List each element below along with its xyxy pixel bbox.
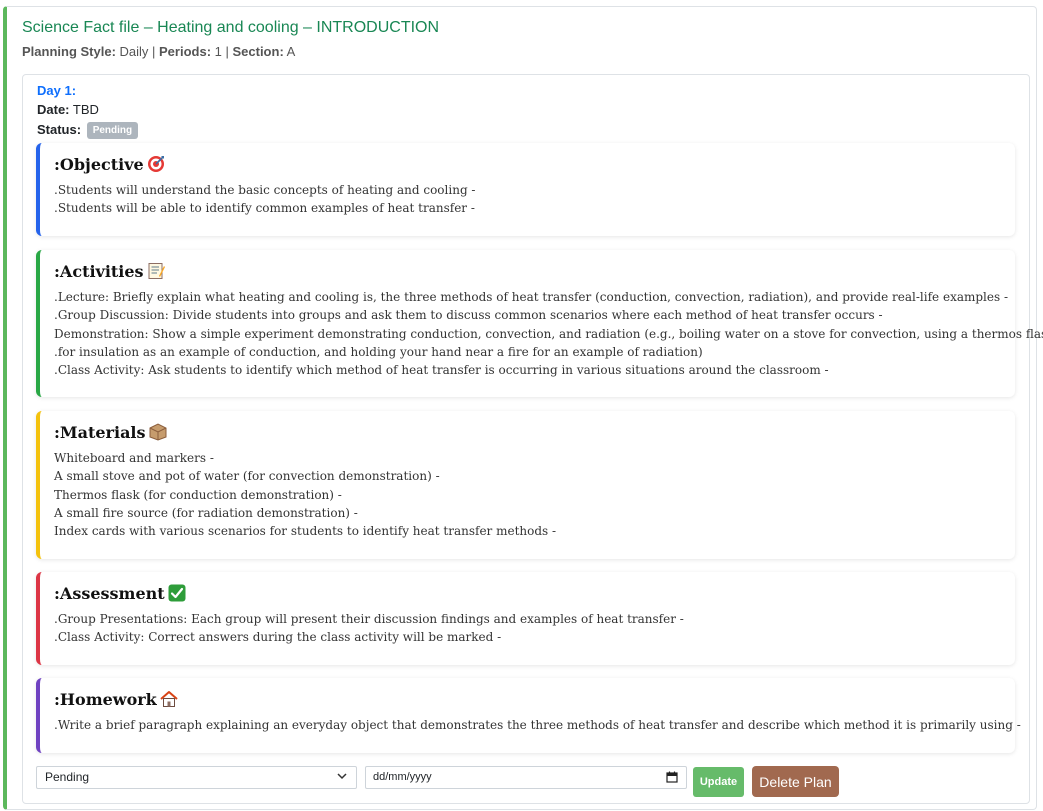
day-status: Status: Pending (37, 122, 139, 139)
delete-plan-button[interactable]: Delete Plan (752, 766, 839, 797)
assessment-line: .Group Presentations: Each group will pr… (54, 612, 684, 626)
check-mark-icon (168, 584, 186, 602)
activities-line: .for insulation as an example of conduct… (54, 344, 703, 359)
objective-section: :Objective .Students will understand the… (36, 143, 1015, 236)
objective-title: :Objective (54, 154, 144, 174)
homework-section: :Homework .Write a brief paragraph expla… (36, 678, 1021, 753)
house-icon (160, 690, 178, 708)
materials-line: A small stove and pot of water (for conv… (54, 469, 440, 484)
plan-title: Science Fact file – Heating and cooling … (22, 19, 440, 36)
homework-heading: :Homework (54, 686, 1001, 712)
materials-line: Thermos flask (for conduction demonstrat… (54, 487, 342, 502)
status-select[interactable]: Pending (36, 766, 357, 789)
homework-line: .Write a brief paragraph explaining an e… (54, 718, 1021, 732)
status-select-value: Pending (45, 770, 90, 784)
assessment-line: .Class Activity: Correct answers during … (54, 630, 502, 645)
materials-title: :Materials (54, 422, 146, 442)
calendar-icon[interactable] (666, 771, 678, 786)
objective-line: .Students will understand the basic conc… (54, 183, 476, 197)
objective-heading: :Objective (54, 151, 1001, 177)
assessment-section: :Assessment .Group Presentations: Each g… (36, 572, 1015, 665)
materials-section: :Materials Whiteboard and markers - A sm… (36, 411, 1015, 559)
update-button[interactable]: Update (693, 767, 744, 797)
date-label: Date: (37, 102, 70, 117)
activities-line: Demonstration: Show a simple experiment … (54, 326, 1043, 341)
activities-title: :Activities (54, 261, 144, 281)
day-label: Day 1: (37, 83, 77, 98)
lesson-plan-card: Science Fact file – Heating and cooling … (3, 6, 1043, 810)
package-icon (149, 423, 167, 441)
periods-value: 1 | (211, 44, 233, 59)
plan-meta: Planning Style: Daily | Periods: 1 | Sec… (22, 44, 295, 59)
activities-line: .Class Activity: Ask students to identif… (54, 363, 829, 378)
assessment-heading: :Assessment (54, 580, 1001, 606)
materials-heading: :Materials (54, 419, 1001, 445)
periods-label: Periods: (159, 44, 212, 59)
materials-line: A small fire source (for radiation demon… (54, 505, 358, 520)
homework-title: :Homework (54, 689, 157, 709)
status-badge: Pending (86, 122, 139, 139)
section-value: A (283, 44, 296, 59)
materials-line: Index cards with various scenarios for s… (54, 524, 557, 539)
activities-line: .Group Discussion: Divide students into … (54, 308, 883, 323)
date-placeholder: dd/mm/yyyy (373, 771, 432, 783)
activities-section: :Activities .Lecture: Briefly explain wh… (36, 250, 1043, 397)
section-label: Section: (232, 44, 284, 59)
activities-heading: :Activities (54, 258, 1001, 284)
chevron-down-icon (336, 770, 348, 785)
objective-line: .Students will be able to identify commo… (54, 201, 475, 216)
target-icon (147, 155, 165, 173)
day-date: Date: TBD (37, 102, 99, 117)
day-box: Day 1: Date: TBD Status: Pending :Object… (22, 74, 1043, 804)
planning-style-label: Planning Style: (22, 44, 116, 59)
assessment-title: :Assessment (54, 583, 165, 603)
planning-style-value: Daily | (115, 44, 160, 59)
date-value: TBD (69, 102, 99, 117)
activities-line: .Lecture: Briefly explain what heating a… (54, 290, 1009, 304)
status-label: Status: (37, 122, 82, 137)
date-input[interactable]: dd/mm/yyyy (365, 766, 687, 789)
materials-line: Whiteboard and markers - (54, 451, 214, 465)
memo-icon (147, 262, 165, 280)
